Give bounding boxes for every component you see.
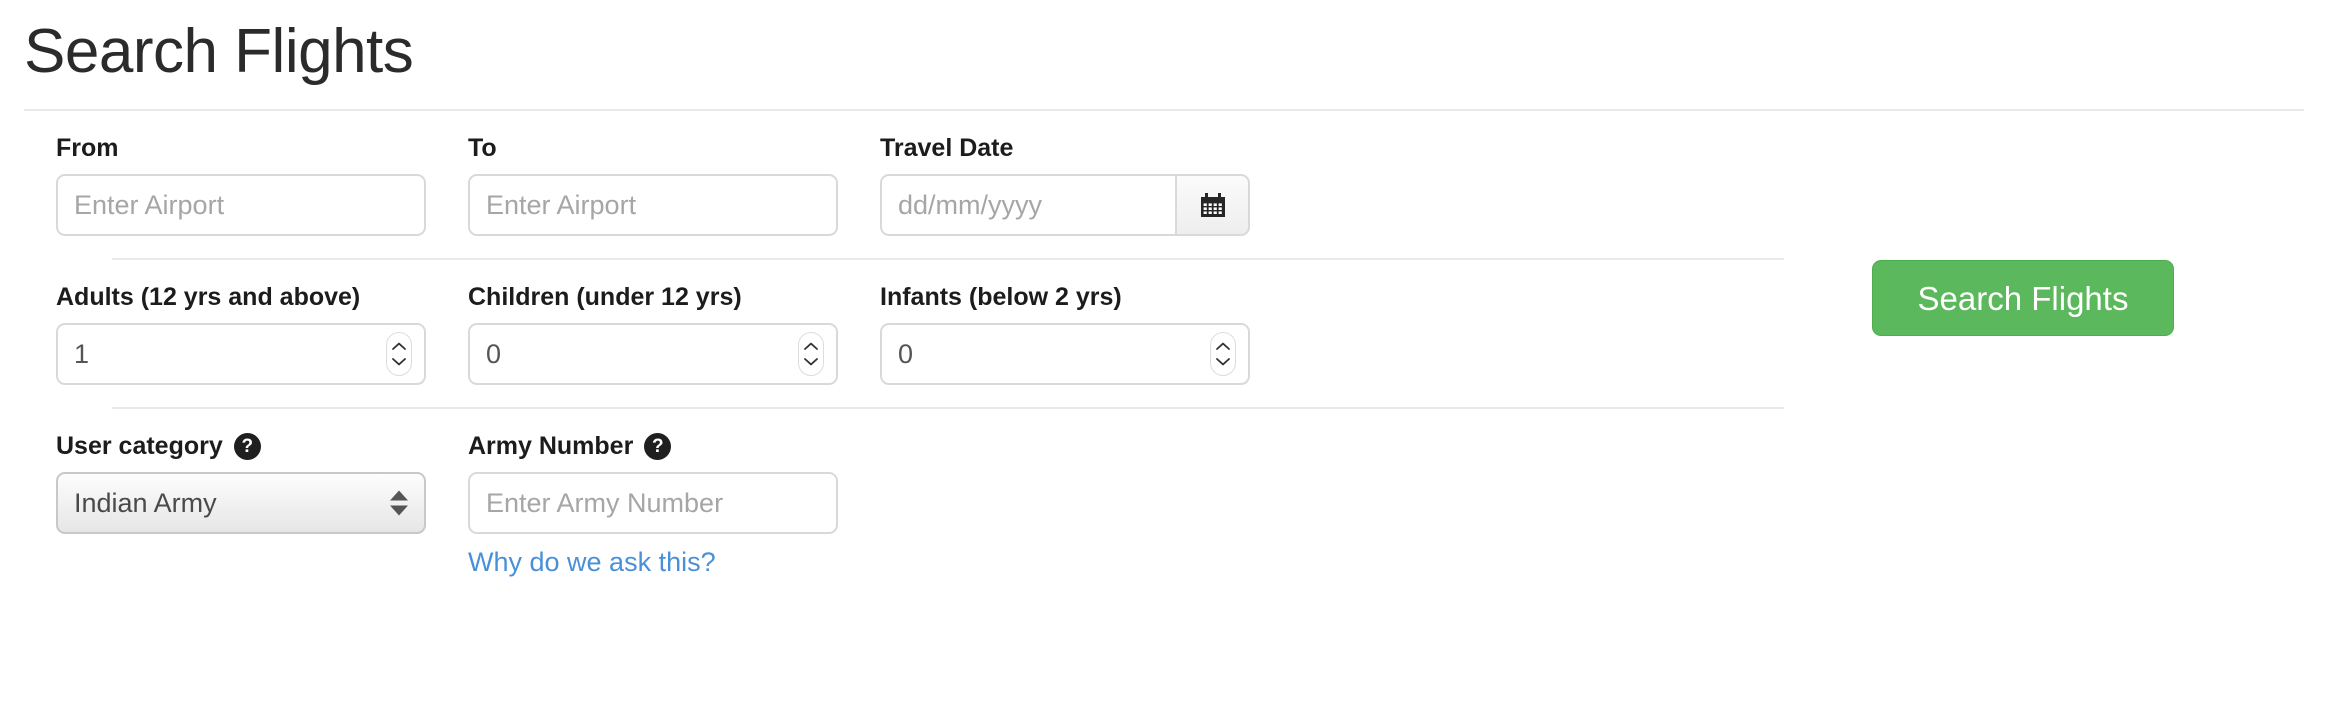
infants-input[interactable] (880, 323, 1250, 386)
chevron-up-icon (804, 342, 818, 351)
children-input[interactable] (468, 323, 838, 386)
chevron-down-icon (804, 358, 818, 366)
army-number-input[interactable] (468, 472, 838, 535)
army-number-field-group: Army Number ? Why do we ask this? (468, 431, 838, 578)
children-input-wrap (468, 323, 838, 386)
question-mark-icon[interactable]: ? (233, 432, 261, 460)
travel-date-label: Travel Date (880, 134, 1014, 163)
calendar-icon (1198, 190, 1228, 220)
from-input[interactable] (56, 174, 426, 237)
children-stepper[interactable] (798, 332, 824, 377)
category-row: User category ? Indian Army Army Number … (56, 409, 2328, 578)
travel-date-field-group: Travel Date (880, 133, 1250, 237)
from-label: From (56, 134, 119, 163)
why-do-we-ask-link[interactable]: Why do we ask this? (468, 547, 716, 578)
page-title: Search Flights (24, 17, 414, 86)
route-row: From To Travel Date (56, 111, 2328, 237)
chevron-up-icon (1216, 342, 1230, 351)
user-category-field-group: User category ? Indian Army (56, 431, 426, 535)
travel-date-input-group (880, 174, 1250, 237)
travel-date-input[interactable] (880, 174, 1175, 237)
to-field-group: To (468, 133, 838, 237)
army-number-label: Army Number ? (468, 431, 838, 461)
flight-search-form: From To Travel Date (0, 111, 2328, 578)
user-category-label: User category ? (56, 431, 426, 461)
from-field-group: From (56, 133, 426, 237)
to-label: To (468, 134, 497, 163)
user-category-selected-value: Indian Army (74, 487, 217, 518)
question-mark-icon[interactable]: ? (644, 432, 672, 460)
infants-input-wrap (880, 323, 1250, 386)
user-category-select-wrap: Indian Army (56, 472, 426, 535)
infants-field-group: Infants (below 2 yrs) (880, 282, 1250, 386)
chevron-down-icon (392, 358, 406, 366)
adults-label: Adults (12 yrs and above) (56, 283, 361, 312)
chevron-up-icon (392, 342, 406, 351)
chevron-down-icon (1216, 358, 1230, 366)
infants-stepper[interactable] (1210, 332, 1236, 377)
adults-input-wrap (56, 323, 426, 386)
page-header: Search Flights (0, 0, 2328, 86)
army-number-label-text: Army Number (468, 432, 634, 461)
adults-input[interactable] (56, 323, 426, 386)
to-input[interactable] (468, 174, 838, 237)
adults-stepper[interactable] (386, 332, 412, 377)
adults-field-group: Adults (12 yrs and above) (56, 282, 426, 386)
calendar-picker-button[interactable] (1175, 174, 1250, 237)
search-flights-button[interactable]: Search Flights (1872, 260, 2174, 336)
user-category-select[interactable]: Indian Army (56, 472, 426, 535)
user-category-label-text: User category (56, 432, 223, 461)
infants-label: Infants (below 2 yrs) (880, 283, 1122, 312)
children-label: Children (under 12 yrs) (468, 283, 742, 312)
children-field-group: Children (under 12 yrs) (468, 282, 838, 386)
